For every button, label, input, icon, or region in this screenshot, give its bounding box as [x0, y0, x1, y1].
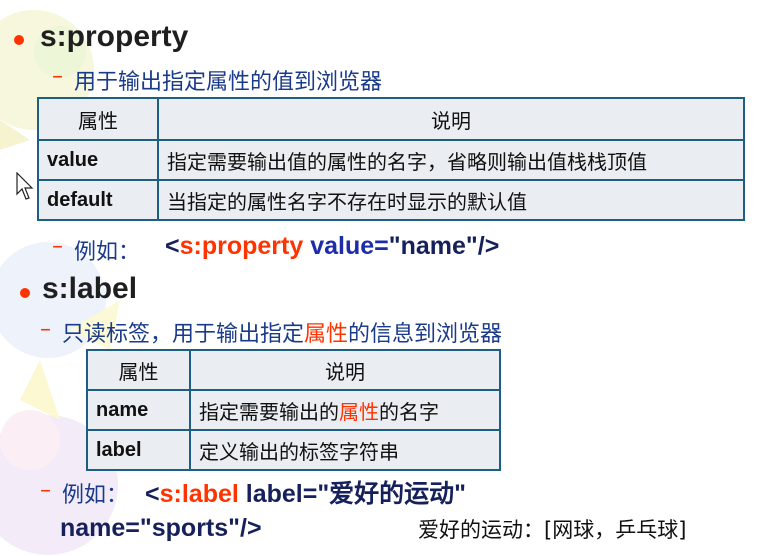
section1-title: s:property [40, 20, 189, 53]
table-header: 属性 [37, 97, 159, 141]
mouse-cursor-icon [16, 172, 34, 200]
table-row: default 当指定的属性名字不存在时显示的默认值 [37, 179, 745, 221]
attribute-name: default [37, 179, 159, 221]
dash-marker: – [52, 234, 63, 259]
code-value: "name"/> [388, 232, 500, 260]
section2-title: s:label [42, 272, 138, 305]
table-row: value 指定需要输出值的属性的名字，省略则输出值栈栈顶值 [37, 139, 745, 181]
result-note: 爱好的运动：[网球，乒乓球] [418, 518, 687, 542]
property-table: 属性 说明 value 指定需要输出值的属性的名字，省略则输出值栈栈顶值 def… [37, 97, 745, 221]
label-table: 属性 说明 name 指定需要输出的属性的名字 label 定义输出的标签字符串 [86, 349, 501, 471]
code-tag-name: s:property [179, 232, 304, 260]
highlight-text: 属性 [304, 322, 349, 347]
code-tag-open: < [145, 480, 160, 508]
bullet-dot [14, 35, 24, 45]
example-prefix: 例如： [74, 240, 141, 265]
dash-marker: – [40, 478, 51, 503]
section2-subtitle: 只读标签，用于输出指定属性的信息到浏览器 [62, 322, 503, 347]
dash-marker: – [52, 64, 63, 89]
attribute-description: 指定需要输出的属性的名字 [189, 389, 501, 431]
code-attribute: label="爱好的运动" [238, 480, 467, 508]
attribute-name: value [37, 139, 159, 181]
table-header: 说明 [189, 349, 501, 391]
example-code: <s:property value="name"/> [165, 232, 499, 261]
example-prefix: 例如： [62, 483, 129, 508]
example-code-line2: name="sports"/> [60, 514, 262, 542]
attribute-name: name [86, 389, 191, 431]
table-row: label 定义输出的标签字符串 [86, 429, 501, 471]
attribute-name: label [86, 429, 191, 471]
table-row: name 指定需要输出的属性的名字 [86, 389, 501, 431]
table-header: 说明 [157, 97, 745, 141]
dash-marker: – [40, 317, 51, 342]
section1-subtitle: 用于输出指定属性的值到浏览器 [74, 70, 383, 95]
code-tag-name: s:label [159, 480, 239, 508]
attribute-description: 定义输出的标签字符串 [189, 429, 501, 471]
code-attribute: value= [303, 232, 389, 260]
highlight-text: 属性 [339, 399, 379, 424]
code-tag-open: < [165, 232, 180, 260]
example-code-line1: <s:label label="爱好的运动" [145, 474, 466, 510]
table-header: 属性 [86, 349, 191, 391]
attribute-description: 当指定的属性名字不存在时显示的默认值 [157, 179, 745, 221]
attribute-description: 指定需要输出值的属性的名字，省略则输出值栈栈顶值 [157, 139, 745, 181]
bullet-dot [20, 288, 30, 298]
